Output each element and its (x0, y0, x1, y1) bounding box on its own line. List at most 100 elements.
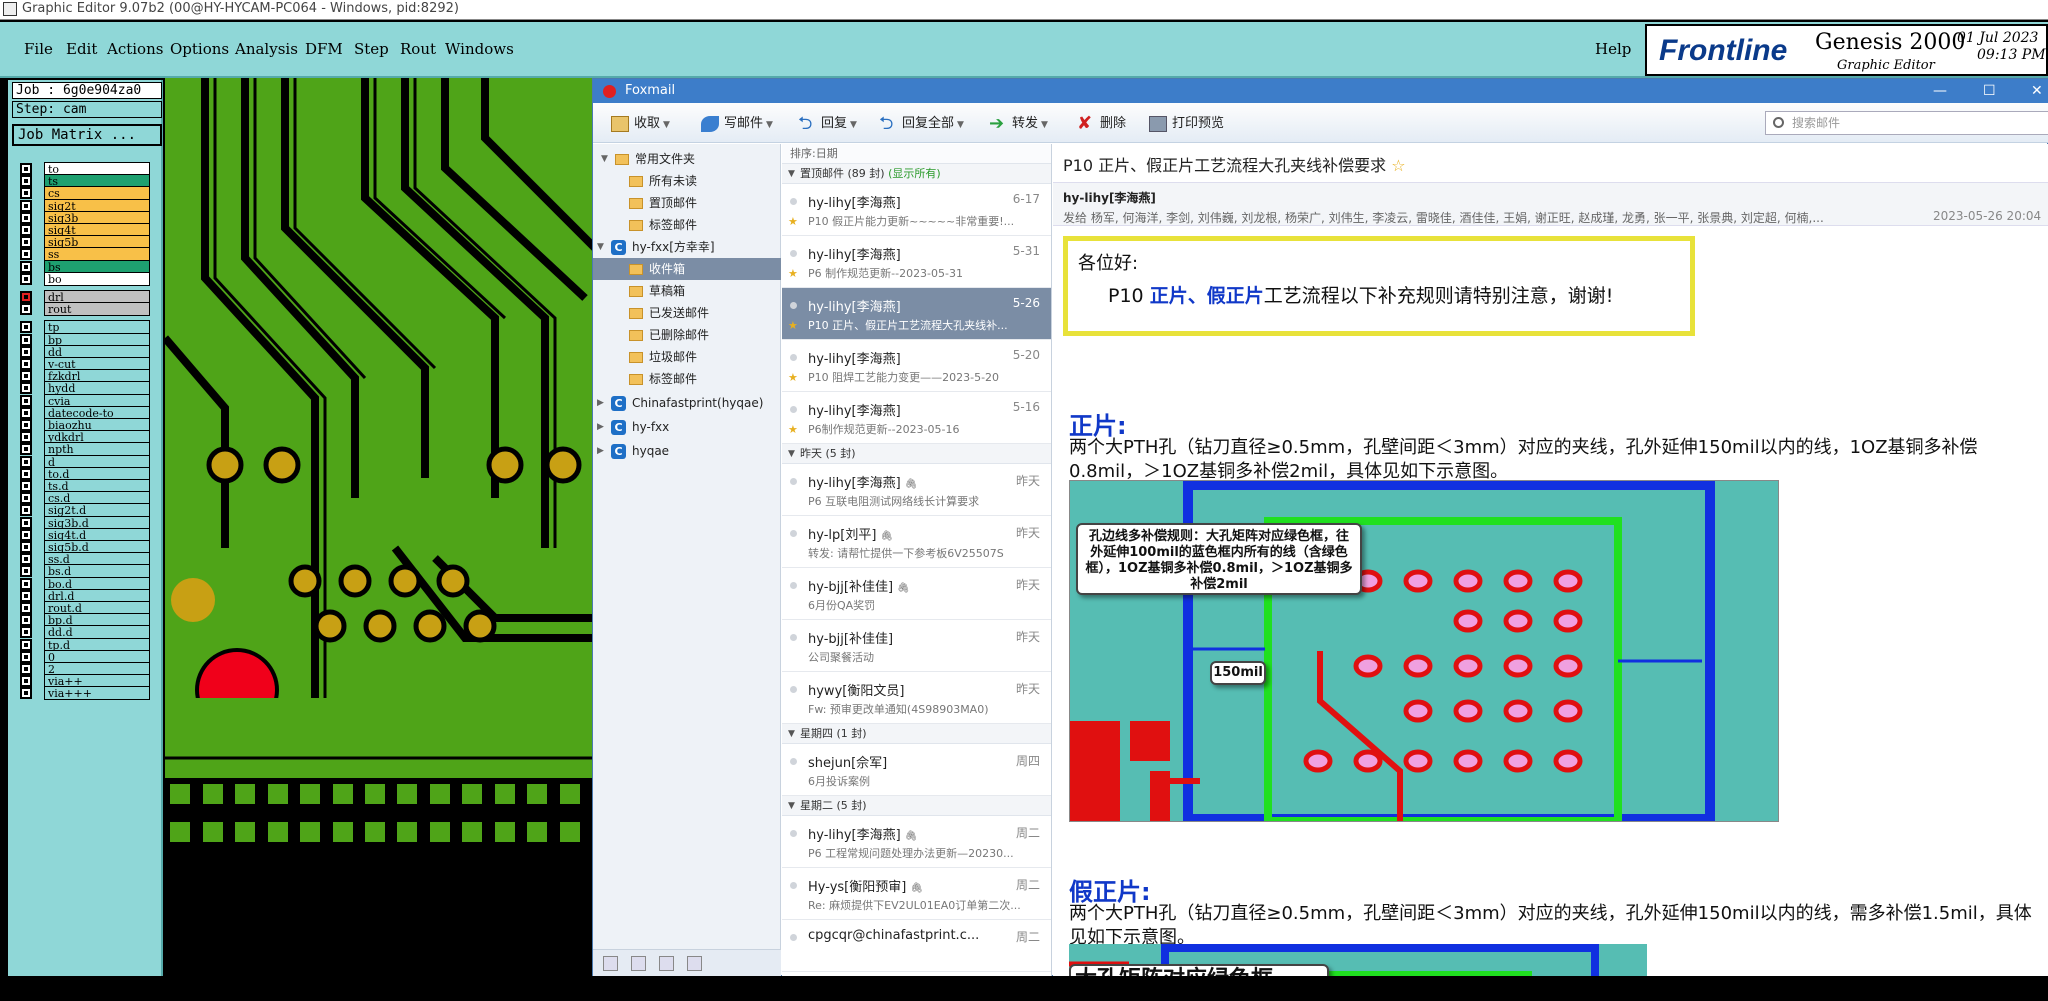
layer-checkbox[interactable] (20, 650, 32, 663)
job-matrix-button[interactable]: Job Matrix ... (12, 124, 162, 146)
mail-item[interactable]: Hy-ys[衡阳预审] 🖇 周二 Re: 麻烦提供下EV2UL01EA0订单第二次..… (782, 868, 1051, 920)
layer-checkbox[interactable] (20, 211, 32, 224)
layer-checkbox[interactable] (20, 602, 32, 614)
layer-checkbox[interactable] (20, 163, 32, 175)
layer-checkbox[interactable] (20, 272, 32, 285)
layer-checkbox[interactable] (20, 199, 32, 212)
expand-icon[interactable]: ▼ (601, 148, 608, 170)
expand-icon[interactable]: ▶ (597, 440, 604, 462)
layer-checkbox[interactable] (20, 260, 32, 273)
star-icon[interactable]: ★ (788, 215, 798, 228)
mail-item[interactable]: hy-bjj[补佳佳] 🖇 昨天 6月份QA奖罚 (782, 568, 1051, 620)
maximize-icon[interactable]: ☐ (1983, 79, 1996, 103)
layer-checkbox[interactable] (20, 467, 32, 480)
mail-item[interactable]: hy-lihy[李海燕] 🖇 昨天 P6 互联电阻测试网络线长计算要求 (782, 464, 1051, 516)
close-icon[interactable]: ✕ (2031, 79, 2043, 103)
layer-checkbox[interactable] (20, 480, 32, 492)
layer-checkbox[interactable] (20, 345, 32, 358)
menu-step[interactable]: Step (354, 40, 389, 58)
pcb-canvas[interactable] (165, 78, 595, 1001)
compose-button[interactable]: 写邮件 ▼ (701, 114, 773, 134)
layer-checkbox[interactable] (20, 504, 32, 517)
layer-checkbox[interactable] (20, 382, 32, 395)
layer-name[interactable]: bo (44, 271, 150, 286)
layer-checkbox[interactable] (20, 553, 32, 566)
layer-name[interactable]: rout (44, 302, 150, 317)
layer-checkbox[interactable] (20, 541, 32, 553)
notes-icon[interactable] (687, 956, 702, 971)
forward-button[interactable]: ➔ 转发 ▼ (989, 114, 1048, 134)
layer-checkbox[interactable] (20, 236, 32, 249)
folder-item[interactable]: 已删除邮件 (629, 324, 709, 346)
receive-button[interactable]: 收取 ▼ (611, 114, 670, 134)
mail-item[interactable]: ★ hy-lihy[李海燕] 6-17 P10 假正片能力更新~~~~~非常重要!..… (782, 184, 1051, 236)
minimize-icon[interactable]: — (1933, 79, 1947, 103)
mail-item[interactable]: ★ hy-lihy[李海燕] 5-20 P10 阻焊工艺能力变更——2023-5-20 (782, 340, 1051, 392)
group-header-pinned[interactable]: ▼ 置顶邮件 (89 封) (显示所有) (782, 164, 1051, 184)
folder-group[interactable]: ▼ 常用文件夹 (601, 148, 695, 170)
layer-row[interactable]: rout (20, 302, 150, 317)
layer-checkbox[interactable] (20, 516, 32, 529)
diagram-image-positive[interactable]: 孔边线多补偿规则：大孔矩阵对应绿色框，往外延伸100mil的蓝色框内所有的线（含… (1069, 480, 1779, 822)
account-item[interactable]: ▶ Chyqae (597, 440, 669, 462)
search-input[interactable]: 搜索邮件 (1765, 111, 2048, 135)
menu-actions[interactable]: Actions (107, 40, 163, 58)
layer-checkbox[interactable] (20, 175, 32, 188)
mail-item[interactable]: hy-lp[刘平] 🖇 昨天 转发: 请帮忙提供一下参考板6V25507S (782, 516, 1051, 568)
layer-checkbox[interactable] (20, 589, 32, 602)
account-item[interactable]: ▶ C Chinafastprint(hyqae) (597, 392, 763, 414)
layer-checkbox[interactable] (20, 443, 32, 456)
folder-item[interactable]: 置顶邮件 (629, 192, 697, 214)
layer-checkbox[interactable] (20, 406, 32, 419)
layer-checkbox[interactable] (20, 528, 32, 541)
mail-item[interactable]: shejun[佘军] 周四 6月投诉案例 (782, 744, 1051, 796)
expand-icon[interactable]: ▶ (597, 416, 604, 438)
account-item[interactable]: ▼ Chy-fxx[方幸幸] (597, 236, 715, 258)
layer-checkbox[interactable] (20, 248, 32, 261)
layer-checkbox[interactable] (20, 321, 32, 334)
layer-row[interactable]: via+++ (20, 686, 150, 701)
menu-edit[interactable]: Edit (66, 40, 97, 58)
mail-item[interactable]: ★ hy-lihy[李海燕] 5-16 P6制作规范更新--2023-05-16 (782, 392, 1051, 444)
layer-checkbox[interactable] (20, 565, 32, 578)
folder-item[interactable]: 垃圾邮件 (629, 346, 697, 368)
layer-checkbox[interactable] (20, 638, 32, 651)
layer-checkbox[interactable] (20, 303, 32, 316)
layer-checkbox[interactable] (20, 291, 32, 303)
mail-sender[interactable]: hy-lihy[李海燕] (1063, 189, 1156, 206)
menu-help[interactable]: Help (1595, 40, 1631, 58)
layer-checkbox[interactable] (20, 663, 32, 675)
mail-item-selected[interactable]: ★ hy-lihy[李海燕] 5-26 P10 正片、假正片工艺流程大孔夹线补... (782, 288, 1051, 340)
contacts-icon[interactable] (631, 956, 646, 971)
star-icon[interactable]: ☆ (1391, 156, 1405, 175)
mail-item[interactable]: hywy[衡阳文员] 昨天 Fw: 预审更改单通知(4S98903MA0) (782, 672, 1051, 724)
layer-checkbox[interactable] (20, 577, 32, 590)
layer-checkbox[interactable] (20, 224, 32, 236)
expand-icon[interactable]: ▼ (597, 236, 604, 258)
calendar-icon[interactable] (659, 956, 674, 971)
layer-checkbox[interactable] (20, 419, 32, 431)
menu-file[interactable]: File (24, 40, 53, 58)
layer-checkbox[interactable] (20, 614, 32, 627)
account-item[interactable]: ▶ Chy-fxx (597, 416, 669, 438)
layer-checkbox[interactable] (20, 358, 32, 370)
reply-button[interactable]: ⮌ 回复 ▼ (798, 114, 857, 134)
group-header-yesterday[interactable]: ▼ 昨天 (5 封) (782, 444, 1051, 464)
menu-dfm[interactable]: DFM (305, 40, 343, 58)
layer-checkbox[interactable] (20, 333, 32, 346)
layer-name[interactable]: via+++ (44, 686, 150, 701)
menu-windows[interactable]: Windows (445, 40, 514, 58)
layer-row[interactable]: bo (20, 271, 150, 286)
mail-item[interactable]: hy-bjj[补佳佳] 昨天 公司聚餐活动 (782, 620, 1051, 672)
mail-item[interactable]: hy-lihy[李海燕] 🖇 周二 P6 工程常规问题处理办法更新—20230... (782, 816, 1051, 868)
layer-checkbox[interactable] (20, 187, 32, 200)
star-icon[interactable]: ★ (788, 423, 798, 436)
folder-item[interactable]: 标签邮件 (629, 214, 697, 236)
layer-checkbox[interactable] (20, 626, 32, 639)
star-icon[interactable]: ★ (788, 319, 798, 332)
mail-view-icon[interactable] (603, 956, 618, 971)
group-header-thursday[interactable]: ▼ 星期四 (1 封) (782, 724, 1051, 744)
print-preview-button[interactable]: 打印预览 (1149, 114, 1224, 134)
star-icon[interactable]: ★ (788, 371, 798, 384)
star-icon[interactable]: ★ (788, 267, 798, 280)
